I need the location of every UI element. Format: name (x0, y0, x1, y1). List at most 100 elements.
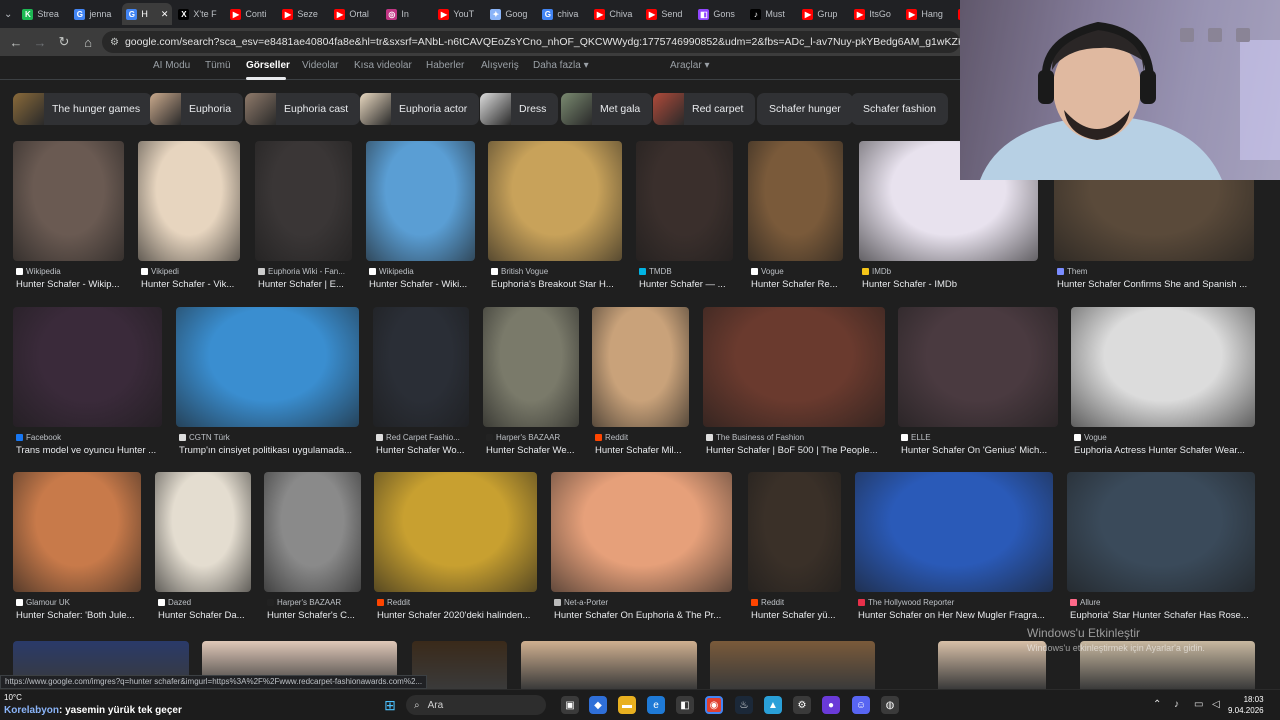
image-result[interactable]: The Hollywood Reporter Hunter Schafer on … (855, 472, 1053, 622)
related-search-chip[interactable]: Euphoria actor (360, 93, 480, 125)
address-bar[interactable]: ⚙ google.com/search?sca_esv=e8481ae40804… (102, 31, 960, 53)
discord-icon[interactable]: ☺ (852, 696, 870, 714)
tray-mic-icon[interactable]: ♪ (1174, 699, 1179, 710)
browser-tab[interactable]: ▶ Seze (278, 3, 328, 25)
result-thumbnail[interactable] (855, 472, 1053, 592)
image-result[interactable]: CGTN Türk Trump'ın cinsiyet politikası uy… (176, 307, 359, 457)
result-thumbnail[interactable] (138, 141, 240, 261)
related-search-chip[interactable]: Red carpet (653, 93, 756, 125)
result-title[interactable]: Hunter Schafer 2020'deki halinden... (377, 610, 536, 621)
image-result[interactable]: Euphoria Wiki - Fan... Hunter Schafer | E… (255, 141, 352, 291)
result-source[interactable]: Allure (1070, 598, 1254, 607)
result-thumbnail[interactable] (13, 307, 162, 427)
nav-more[interactable]: Daha fazla ▾ (533, 60, 589, 71)
tab-close-icon[interactable]: ✕ (161, 9, 169, 20)
result-title[interactable]: Hunter Schafer Re... (751, 279, 842, 290)
result-title[interactable]: Trump'ın cinsiyet politikası uygulamada.… (179, 445, 358, 456)
browser-tab[interactable]: ✦ Goog (486, 3, 536, 25)
image-result[interactable]: Red Carpet Fashio... Hunter Schafer Wo... (373, 307, 469, 457)
browser-tab[interactable]: ▶ Ortal (330, 3, 380, 25)
result-thumbnail[interactable] (592, 307, 689, 427)
result-thumbnail[interactable] (255, 141, 352, 261)
result-title[interactable]: Hunter Schafer We... (486, 445, 578, 456)
result-source[interactable]: Vikipedi (141, 267, 239, 276)
result-thumbnail[interactable] (264, 472, 361, 592)
result-title[interactable]: Hunter Schafer Mil... (595, 445, 688, 456)
result-title[interactable]: Hunter Schafer - IMDb (862, 279, 1037, 290)
edge-icon[interactable]: e (647, 696, 665, 714)
windows-start-icon[interactable]: ⊞ (381, 696, 399, 714)
nav-short-videos[interactable]: Kısa videolar (354, 60, 412, 71)
result-thumbnail[interactable] (1067, 472, 1255, 592)
nav-tools[interactable]: Araçlar ▾ (670, 60, 709, 71)
result-title[interactable]: Hunter Schafer | BoF 500 | The People... (706, 445, 884, 456)
result-title[interactable]: Hunter Schafer Confirms She and Spanish … (1057, 279, 1253, 290)
result-source[interactable]: Wikipedia (369, 267, 474, 276)
result-source[interactable]: ELLE (901, 433, 1057, 442)
settings-gear-icon[interactable]: ⚙ (793, 696, 811, 714)
browser-tab[interactable]: ▶ Send (642, 3, 692, 25)
image-result[interactable]: Vogue Euphoria Actress Hunter Schafer Wea… (1071, 307, 1255, 457)
result-source[interactable]: Harper's BAZAAR (267, 598, 360, 607)
related-search-chip[interactable]: Met gala (561, 93, 653, 125)
tray-volume-icon[interactable]: ◁ (1212, 699, 1220, 710)
browser-tab[interactable]: ◎ In (382, 3, 432, 25)
browser-tab[interactable]: ▶ Grup (798, 3, 848, 25)
result-thumbnail[interactable] (636, 141, 733, 261)
browser-tab[interactable]: ▶ ItsGo (850, 3, 900, 25)
image-result[interactable]: Net-a-Porter Hunter Schafer On Euphoria &… (551, 472, 732, 622)
back-icon[interactable]: ← (6, 32, 26, 52)
result-title[interactable]: Hunter Schafer — ... (639, 279, 732, 290)
related-search-chip[interactable]: Dress (480, 93, 559, 125)
result-title[interactable]: Hunter Schafer - Wikip... (16, 279, 123, 290)
related-search-chip[interactable]: Schafer hunger (757, 93, 853, 125)
result-title[interactable]: Euphoria Actress Hunter Schafer Wear... (1074, 445, 1254, 456)
image-result[interactable]: Vogue Hunter Schafer Re... (748, 141, 843, 291)
nav-images[interactable]: Görseller (246, 60, 290, 71)
image-result[interactable]: Reddit Hunter Schafer Mil... (592, 307, 689, 457)
result-thumbnail[interactable] (703, 307, 885, 427)
browser-tab[interactable]: X X'te F (174, 3, 224, 25)
browser-tab[interactable]: Gjenna (70, 3, 120, 25)
image-result[interactable]: Reddit Hunter Schafer yü... (748, 472, 841, 622)
result-source[interactable]: Red Carpet Fashio... (376, 433, 468, 442)
site-info-icon[interactable]: ⚙ (110, 37, 119, 48)
image-result[interactable]: Harper's BAZAAR Hunter Schafer We... (483, 307, 579, 457)
result-source[interactable]: The Hollywood Reporter (858, 598, 1052, 607)
browser-tab[interactable]: ▶ Conti (226, 3, 276, 25)
nav-shopping[interactable]: Alışveriş (481, 60, 519, 71)
result-title[interactable]: Euphoria's Breakout Star H... (491, 279, 621, 290)
result-source[interactable]: Dazed (158, 598, 250, 607)
related-search-chip[interactable]: Euphoria cast (245, 93, 361, 125)
image-result[interactable]: Reddit Hunter Schafer 2020'deki halinden.… (374, 472, 537, 622)
result-thumbnail[interactable] (366, 141, 475, 261)
result-source[interactable]: Vogue (1074, 433, 1254, 442)
image-result[interactable]: Allure Euphoria' Star Hunter Schafer Has … (1067, 472, 1255, 622)
image-result[interactable]: Facebook Trans model ve oyuncu Hunter ... (13, 307, 162, 457)
steam-icon[interactable]: ♨ (735, 696, 753, 714)
result-thumbnail[interactable] (710, 641, 875, 689)
reload-icon[interactable]: ↻ (54, 32, 74, 52)
result-title[interactable]: Hunter Schafer Da... (158, 610, 250, 621)
image-result[interactable]: Wikipedia Hunter Schafer - Wiki... (366, 141, 475, 291)
tray-chevron-icon[interactable]: ⌃ (1153, 699, 1161, 710)
result-title[interactable]: Hunter Schafer Wo... (376, 445, 468, 456)
image-result[interactable]: ELLE Hunter Schafer On 'Genius' Mich... (898, 307, 1058, 457)
related-search-chip[interactable]: Euphoria (150, 93, 244, 125)
result-title[interactable]: Hunter Schafer yü... (751, 610, 840, 621)
file-explorer-icon[interactable]: ▬ (618, 696, 636, 714)
news-ticker[interactable]: Korelabyon: yasemin yürük tek geçer (4, 705, 182, 716)
nav-videos[interactable]: Videolar (302, 60, 339, 71)
result-source[interactable]: Them (1057, 267, 1253, 276)
result-thumbnail[interactable] (483, 307, 579, 427)
result-title[interactable]: Hunter Schafer On 'Genius' Mich... (901, 445, 1057, 456)
browser-tab[interactable]: ▶ Hang (902, 3, 952, 25)
nav-all[interactable]: Tümü (205, 60, 231, 71)
weather-widget[interactable]: 10°C (4, 693, 22, 702)
browser-tab[interactable]: ♪ Must (746, 3, 796, 25)
browser-tab[interactable]: G H ✕ (122, 3, 173, 25)
result-source[interactable]: Euphoria Wiki - Fan... (258, 267, 351, 276)
result-title[interactable]: Hunter Schafer | E... (258, 279, 351, 290)
result-title[interactable]: Hunter Schafer On Euphoria & The Pr... (554, 610, 731, 621)
result-thumbnail[interactable] (373, 307, 469, 427)
